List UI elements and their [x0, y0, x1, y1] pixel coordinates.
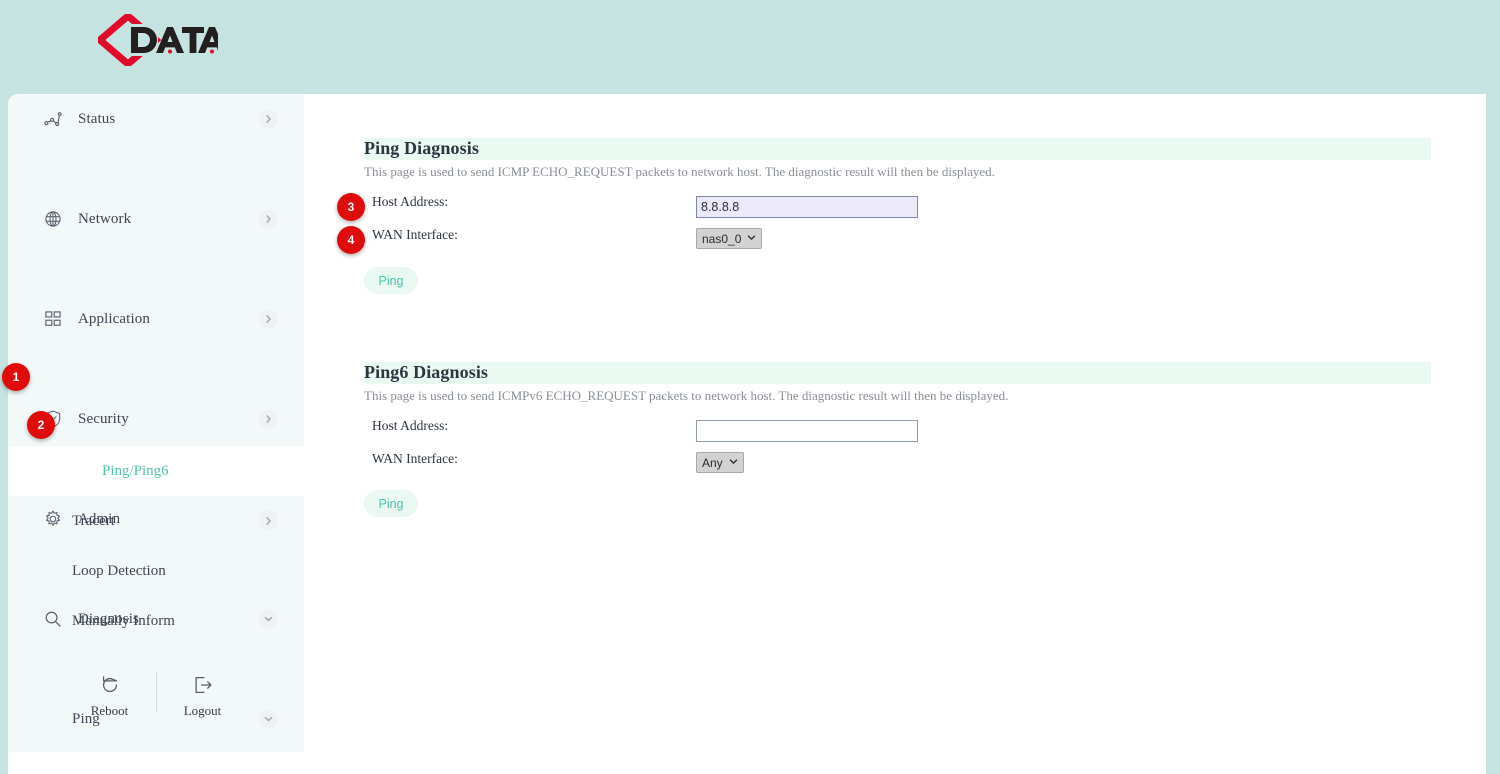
chevron-right-icon[interactable] — [259, 210, 278, 229]
ping6-wan-interface-value: Any — [702, 456, 723, 470]
sidebar-item-status[interactable]: Status — [8, 94, 304, 144]
logout-label: Logout — [184, 703, 222, 719]
sidebar-item-network[interactable]: Network — [8, 194, 304, 244]
ping6-wan-interface-label: WAN Interface: — [372, 451, 458, 467]
ping-panel-description: This page is used to send ICMP ECHO_REQU… — [364, 164, 995, 180]
ping-wan-interface-select[interactable]: nas0_0 — [696, 228, 762, 249]
sidebar-item-manually-inform[interactable]: Manually Inform — [8, 596, 304, 646]
reboot-icon — [99, 672, 121, 698]
reboot-button[interactable]: Reboot — [78, 672, 142, 719]
chevron-right-icon[interactable] — [259, 310, 278, 329]
annotation-badge-2: 2 — [27, 411, 55, 439]
ping6-host-address-label: Host Address: — [372, 418, 448, 434]
sidebar-item-label: Loop Detection — [72, 563, 166, 580]
chevron-right-icon[interactable] — [259, 512, 278, 531]
chevron-down-icon — [729, 457, 738, 469]
ping-host-address-input[interactable] — [696, 196, 918, 218]
sidebar-item-label: Security — [78, 411, 129, 428]
sidebar-item-label: Network — [78, 211, 131, 228]
sidebar-footer: Reboot Logout — [8, 672, 304, 719]
sidebar-item-label: Application — [78, 311, 150, 328]
chevron-down-icon — [747, 233, 756, 245]
sidebar-item-label: Ping/Ping6 — [72, 463, 169, 480]
logout-button[interactable]: Logout — [171, 672, 235, 719]
reboot-label: Reboot — [91, 703, 129, 719]
chevron-right-icon[interactable] — [259, 110, 278, 129]
ping6-panel-description: This page is used to send ICMPv6 ECHO_RE… — [364, 388, 1008, 404]
ping6-panel-title: Ping6 Diagnosis — [364, 362, 488, 383]
sidebar-item-application[interactable]: Application — [8, 294, 304, 344]
ping6-wan-interface-select[interactable]: Any — [696, 452, 744, 473]
page-header — [0, 0, 1500, 82]
ping-wan-interface-value: nas0_0 — [702, 232, 741, 246]
sidebar-item-label: Manually Inform — [72, 613, 175, 630]
annotation-badge-1: 1 — [2, 363, 30, 391]
cdata-logo[interactable] — [98, 14, 218, 66]
sidebar-item-loop-detection[interactable]: Loop Detection — [8, 546, 304, 596]
chevron-right-icon[interactable] — [259, 410, 278, 429]
ping-wan-interface-label: WAN Interface: — [372, 227, 458, 243]
activity-chart-icon — [42, 108, 64, 130]
sidebar-item-label: Status — [78, 111, 115, 128]
ping6-panel-header-bar — [364, 362, 1431, 384]
ping-panel-header-bar — [364, 138, 1431, 160]
sidebar-item-ping-ping6[interactable]: Ping/Ping6 — [8, 446, 304, 496]
sidebar-item-label: Tracert — [72, 513, 115, 530]
annotation-badge-3: 3 — [337, 193, 365, 221]
ping6-submit-button[interactable]: Ping — [364, 490, 418, 517]
sidebar-item-tracert[interactable]: Tracert — [8, 496, 304, 546]
ping-host-address-label: Host Address: — [372, 194, 448, 210]
globe-icon — [42, 208, 64, 230]
logout-icon — [192, 672, 214, 698]
footer-divider — [156, 672, 157, 712]
ping-submit-button[interactable]: Ping — [364, 267, 418, 294]
main-content: Ping Diagnosis This page is used to send… — [304, 94, 1486, 752]
ping6-host-address-input[interactable] — [696, 420, 918, 442]
ping-panel-title: Ping Diagnosis — [364, 138, 479, 159]
annotation-badge-4: 4 — [337, 226, 365, 254]
grid-icon — [42, 308, 64, 330]
